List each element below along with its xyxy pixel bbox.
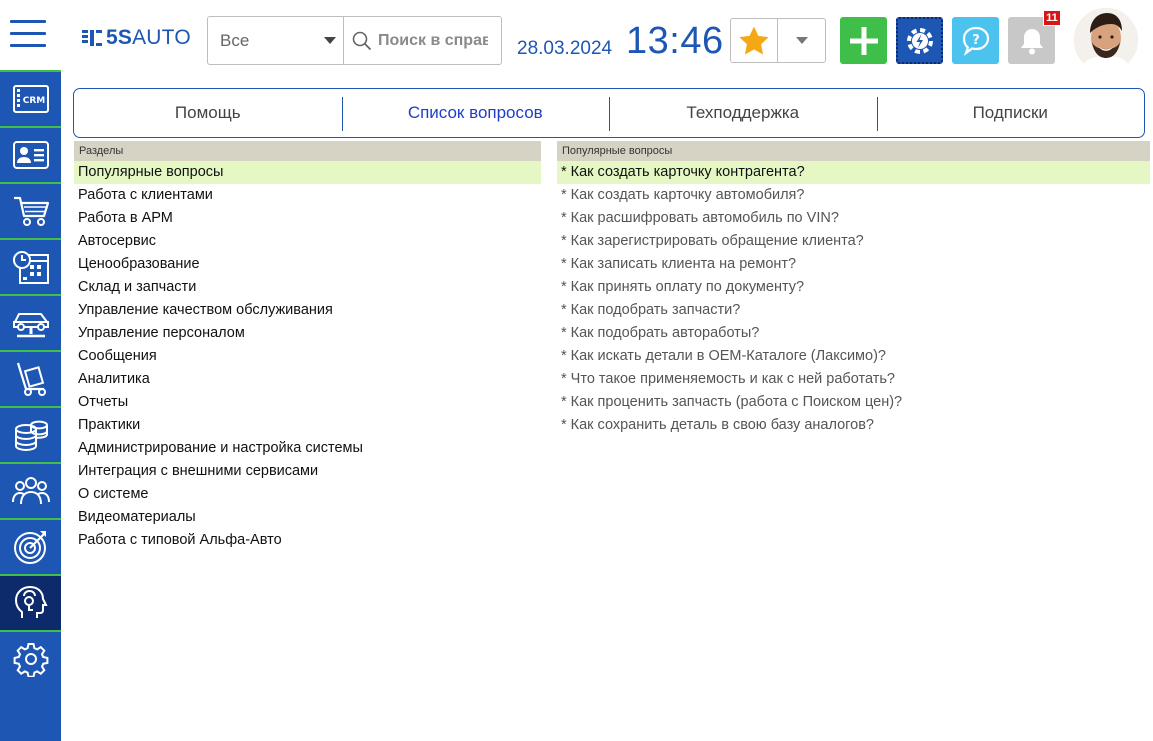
- search-scope-value: Все: [220, 30, 250, 50]
- plus-icon: [849, 26, 878, 55]
- section-item[interactable]: О системе: [74, 483, 541, 506]
- question-item[interactable]: * Как зарегистрировать обращение клиента…: [557, 230, 1150, 253]
- user-avatar[interactable]: [1074, 8, 1138, 72]
- question-item[interactable]: * Как проценить запчасть (работа с Поиск…: [557, 391, 1150, 414]
- sections-header: Разделы: [74, 141, 541, 161]
- tab-help[interactable]: Помощь: [74, 89, 342, 137]
- question-item[interactable]: * Как расшифровать автомобиль по VIN?: [557, 207, 1150, 230]
- sections-panel: Разделы Популярные вопросы Работа с клие…: [74, 141, 541, 552]
- bell-icon: [1020, 28, 1043, 54]
- section-item[interactable]: Сообщения: [74, 345, 541, 368]
- settings-icon: [13, 643, 48, 677]
- help-bubble-icon: ?: [962, 26, 989, 56]
- avatar-image: [1074, 8, 1138, 72]
- section-item[interactable]: Управление качеством обслуживания: [74, 299, 541, 322]
- star-icon: [739, 26, 769, 54]
- question-item[interactable]: * Как принять оплату по документу?: [557, 276, 1150, 299]
- car-lift-icon: [12, 313, 49, 338]
- section-item[interactable]: Склад и запчасти: [74, 276, 541, 299]
- section-item[interactable]: Ценообразование: [74, 253, 541, 276]
- sidebar-item-staff[interactable]: [0, 462, 61, 518]
- sidebar-item-schedule[interactable]: [0, 238, 61, 294]
- sidebar-item-crm[interactable]: CRM: [0, 70, 61, 126]
- calendar-clock-icon: [12, 251, 49, 284]
- cart-icon: [13, 196, 49, 226]
- chevron-down-icon: [324, 37, 336, 44]
- app-logo[interactable]: 5SAUTO: [82, 26, 191, 50]
- sidebar-item-finance[interactable]: [0, 406, 61, 462]
- parts-cart-icon: [16, 362, 46, 396]
- tab-subscriptions[interactable]: Подписки: [876, 89, 1145, 137]
- question-item[interactable]: * Что такое применяемость и как с ней ра…: [557, 368, 1150, 391]
- question-item[interactable]: * Как записать клиента на ремонт?: [557, 253, 1150, 276]
- section-item[interactable]: Работа с типовой Альфа-Авто: [74, 529, 541, 552]
- section-item[interactable]: Работа с клиентами: [74, 184, 541, 207]
- question-item[interactable]: * Как создать карточку автомобиля?: [557, 184, 1150, 207]
- section-item[interactable]: Практики: [74, 414, 541, 437]
- section-item[interactable]: Автосервис: [74, 230, 541, 253]
- notifications-badge: 11: [1043, 10, 1061, 26]
- sidebar: CRM: [0, 70, 61, 741]
- hamburger-menu-icon[interactable]: [10, 20, 46, 50]
- logo-mark-icon: [82, 30, 102, 46]
- search-field: [344, 17, 501, 64]
- sidebar-item-sales[interactable]: [0, 182, 61, 238]
- help-button[interactable]: ?: [952, 17, 999, 64]
- top-bar: 5SAUTO Все 28.03.2024 13:46: [0, 0, 1153, 78]
- search-input[interactable]: [378, 31, 488, 50]
- team-icon: [11, 477, 50, 505]
- logo-text: 5SAUTO: [106, 26, 191, 49]
- quick-settings-button[interactable]: [896, 17, 943, 64]
- section-item[interactable]: Администрирование и настройка системы: [74, 437, 541, 460]
- sidebar-item-warehouse[interactable]: [0, 350, 61, 406]
- coins-icon: [14, 420, 48, 452]
- question-item[interactable]: * Как искать детали в ОЕМ-Каталоге (Лакс…: [557, 345, 1150, 368]
- current-date: 28.03.2024: [517, 38, 613, 59]
- search-box: Все: [207, 16, 502, 65]
- favorites-dropdown[interactable]: [778, 19, 825, 62]
- search-icon: [352, 31, 372, 50]
- sidebar-item-contacts[interactable]: [0, 126, 61, 182]
- svg-text:?: ?: [972, 33, 980, 48]
- section-item[interactable]: Работа в АРМ: [74, 207, 541, 230]
- help-tabs: Помощь Список вопросов Техподдержка Подп…: [73, 88, 1145, 138]
- chevron-down-icon: [795, 37, 808, 44]
- question-item[interactable]: * Как создать карточку контрагента?: [557, 161, 1150, 184]
- sidebar-item-marketing[interactable]: [0, 518, 61, 574]
- section-item[interactable]: Управление персоналом: [74, 322, 541, 345]
- crm-icon-label: CRM: [22, 96, 45, 106]
- question-item[interactable]: * Как подобрать автоработы?: [557, 322, 1150, 345]
- questions-panel: Популярные вопросы * Как создать карточк…: [557, 141, 1150, 437]
- contact-card-icon: [12, 141, 49, 169]
- favorites-button[interactable]: [731, 19, 778, 62]
- gear-bolt-icon: [906, 27, 933, 54]
- support-head-icon: [14, 585, 48, 618]
- question-item[interactable]: * Как сохранить деталь в свою базу анало…: [557, 414, 1150, 437]
- crm-icon: CRM: [12, 85, 49, 113]
- current-time: 13:46: [626, 20, 724, 62]
- question-item[interactable]: * Как подобрать запчасти?: [557, 299, 1150, 322]
- section-item[interactable]: Аналитика: [74, 368, 541, 391]
- target-icon: [13, 531, 46, 564]
- section-item[interactable]: Интеграция с внешними сервисами: [74, 460, 541, 483]
- sidebar-item-service[interactable]: [0, 294, 61, 350]
- section-item[interactable]: Видеоматериалы: [74, 506, 541, 529]
- favorites-control: [730, 18, 826, 63]
- add-button[interactable]: [840, 17, 887, 64]
- tab-support[interactable]: Техподдержка: [609, 89, 877, 137]
- search-scope-select[interactable]: Все: [208, 17, 344, 64]
- section-item[interactable]: Популярные вопросы: [74, 161, 541, 184]
- sidebar-item-support[interactable]: [0, 574, 61, 630]
- tab-questions[interactable]: Список вопросов: [341, 89, 610, 137]
- section-item[interactable]: Отчеты: [74, 391, 541, 414]
- sidebar-item-settings[interactable]: [0, 630, 61, 686]
- questions-header: Популярные вопросы: [557, 141, 1150, 161]
